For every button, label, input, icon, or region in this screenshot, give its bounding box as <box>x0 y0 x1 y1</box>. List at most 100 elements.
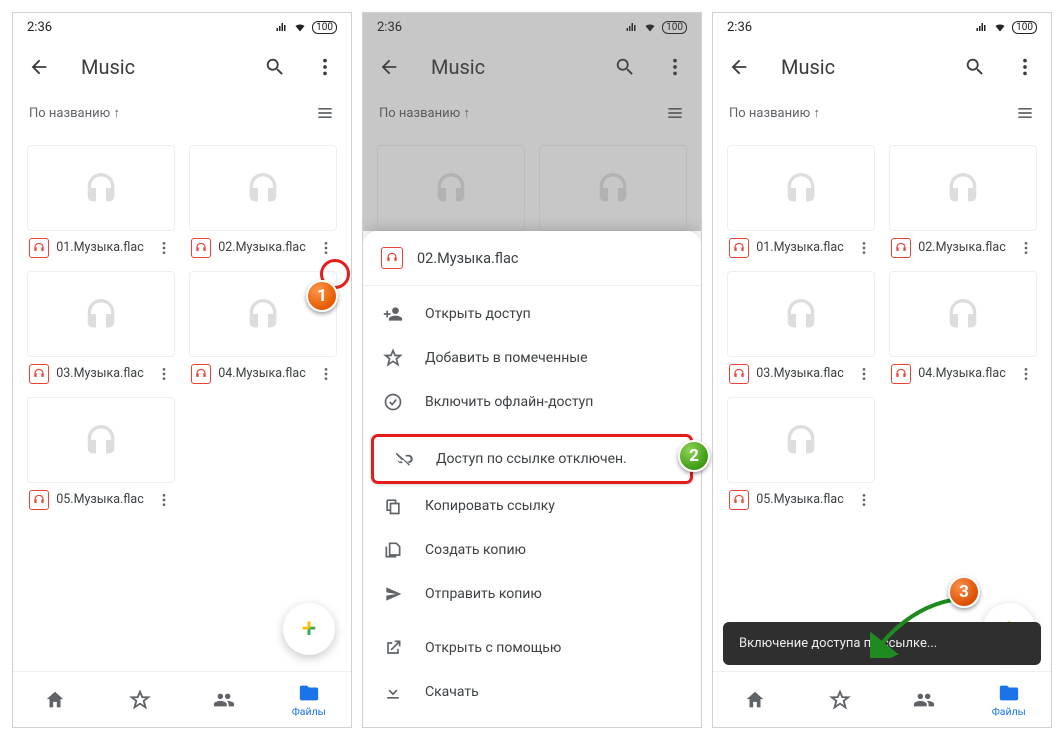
phone-panel-3: 2:36 100 Music По названию ↑ 01.Музыка.f… <box>712 12 1052 728</box>
file-item[interactable]: 02.Музыка.flac <box>189 145 337 261</box>
file-name: 05.Музыка.flac <box>55 493 147 507</box>
file-grid: 01.Музыка.flac 02.Музыка.flac <box>13 133 351 513</box>
nav-starred[interactable] <box>98 672 183 727</box>
audio-file-icon <box>29 490 49 510</box>
page-title: Music <box>781 55 939 79</box>
sort-row[interactable]: По названию ↑ <box>13 93 351 133</box>
nav-files[interactable]: Файлы <box>267 672 352 727</box>
fab-add-button[interactable]: + <box>283 603 335 655</box>
back-icon[interactable] <box>375 53 403 81</box>
file-item[interactable]: 04.Музыка.flac <box>889 271 1037 387</box>
sheet-item-star[interactable]: Добавить в помеченные <box>363 336 701 380</box>
nav-home[interactable] <box>713 672 798 727</box>
file-thumb <box>27 397 175 483</box>
sheet-item-label: Включить офлайн-доступ <box>425 394 593 410</box>
headphones-icon <box>243 168 283 208</box>
link-off-icon <box>394 449 414 469</box>
file-more-icon[interactable] <box>315 235 337 261</box>
more-icon[interactable] <box>311 53 339 81</box>
app-bar: Music <box>713 41 1051 93</box>
audio-file-icon <box>729 490 749 510</box>
view-list-icon[interactable] <box>315 103 335 123</box>
file-copy-icon <box>383 540 403 560</box>
callout-step-1: 1 <box>306 280 338 312</box>
file-more-icon[interactable] <box>853 487 875 513</box>
view-list-icon[interactable] <box>1015 103 1035 123</box>
search-icon[interactable] <box>261 53 289 81</box>
snackbar: Включение доступа по ссылке... <box>723 622 1041 665</box>
audio-file-icon <box>29 238 49 258</box>
status-icons: 100 <box>274 21 337 34</box>
file-item[interactable]: 01.Музыка.flac <box>27 145 175 261</box>
file-item[interactable]: 05.Музыка.flac <box>27 397 175 513</box>
file-more-icon[interactable] <box>853 361 875 387</box>
sheet-item-copy-link[interactable]: Копировать ссылку <box>363 484 701 528</box>
sort-dir-icon: ↑ <box>463 106 470 121</box>
page-title: Music <box>81 55 239 79</box>
file-name: 01.Музыка.flac <box>55 241 147 255</box>
back-icon[interactable] <box>25 53 53 81</box>
headphones-icon <box>243 294 283 334</box>
status-icons: 100 <box>624 21 687 34</box>
sheet-item-offline[interactable]: Включить офлайн-доступ <box>363 380 701 424</box>
nav-shared[interactable] <box>882 672 967 727</box>
more-icon[interactable] <box>1011 53 1039 81</box>
search-icon[interactable] <box>611 53 639 81</box>
more-icon[interactable] <box>661 53 689 81</box>
file-more-icon[interactable] <box>853 235 875 261</box>
person-add-icon <box>383 304 403 324</box>
star-outline-icon <box>383 348 403 368</box>
file-item[interactable]: 03.Музыка.flac <box>27 271 175 387</box>
file-more-icon[interactable] <box>1015 361 1037 387</box>
file-name: 02.Музыка.flac <box>917 241 1009 255</box>
sheet-title: 02.Музыка.flac <box>417 250 519 267</box>
file-item[interactable]: 05.Музыка.flac <box>727 397 875 513</box>
audio-file-icon <box>891 364 911 384</box>
file-name: 02.Музыка.flac <box>217 241 309 255</box>
sheet-item-make-copy[interactable]: Создать копию <box>363 528 701 572</box>
back-icon[interactable] <box>725 53 753 81</box>
offline-pin-icon <box>383 392 403 412</box>
file-item[interactable]: 01.Музыка.flac <box>727 145 875 261</box>
file-more-icon[interactable] <box>153 361 175 387</box>
status-icons: 100 <box>974 21 1037 34</box>
sort-row[interactable]: По названию ↑ <box>713 93 1051 133</box>
file-item[interactable]: 03.Музыка.flac <box>727 271 875 387</box>
file-name: 03.Музыка.flac <box>55 367 147 381</box>
sort-row[interactable]: По названию ↑ <box>363 93 701 133</box>
sheet-item-send-copy[interactable]: Отправить копию <box>363 572 701 616</box>
status-bar: 2:36 100 <box>713 13 1051 41</box>
sort-label: По названию <box>379 106 460 121</box>
nav-starred[interactable] <box>798 672 883 727</box>
people-icon <box>213 689 235 711</box>
sheet-item-rename[interactable]: Переименовать <box>363 714 701 727</box>
file-more-icon[interactable] <box>153 235 175 261</box>
sheet-list: Открыть доступ Добавить в помеченные Вкл… <box>363 286 701 727</box>
audio-file-icon <box>191 238 211 258</box>
callout-step-2: 2 <box>678 440 710 472</box>
sheet-item-share[interactable]: Открыть доступ <box>363 292 701 336</box>
sheet-item-open-with[interactable]: Открыть с помощью <box>363 626 701 670</box>
headphones-icon <box>81 294 121 334</box>
home-icon <box>44 689 66 711</box>
search-icon[interactable] <box>961 53 989 81</box>
nav-shared[interactable] <box>182 672 267 727</box>
file-thumb <box>27 145 175 231</box>
file-name: 04.Музыка.flac <box>917 367 1009 381</box>
open-in-new-icon <box>383 638 403 658</box>
nav-home[interactable] <box>13 672 98 727</box>
view-list-icon[interactable] <box>665 103 685 123</box>
sort-dir-icon: ↑ <box>113 106 120 121</box>
file-more-icon[interactable] <box>315 361 337 387</box>
sheet-item-link-access[interactable]: Доступ по ссылке отключен. <box>371 434 693 484</box>
signal-icon <box>624 21 638 33</box>
plus-icon: + <box>302 614 316 644</box>
sheet-item-download[interactable]: Скачать <box>363 670 701 714</box>
headphones-icon <box>781 168 821 208</box>
file-item[interactable]: 02.Музыка.flac <box>889 145 1037 261</box>
file-more-icon[interactable] <box>153 487 175 513</box>
sheet-item-label: Открыть доступ <box>425 306 531 322</box>
file-more-icon[interactable] <box>1015 235 1037 261</box>
nav-files[interactable]: Файлы <box>967 672 1052 727</box>
sort-dir-icon: ↑ <box>813 106 820 121</box>
